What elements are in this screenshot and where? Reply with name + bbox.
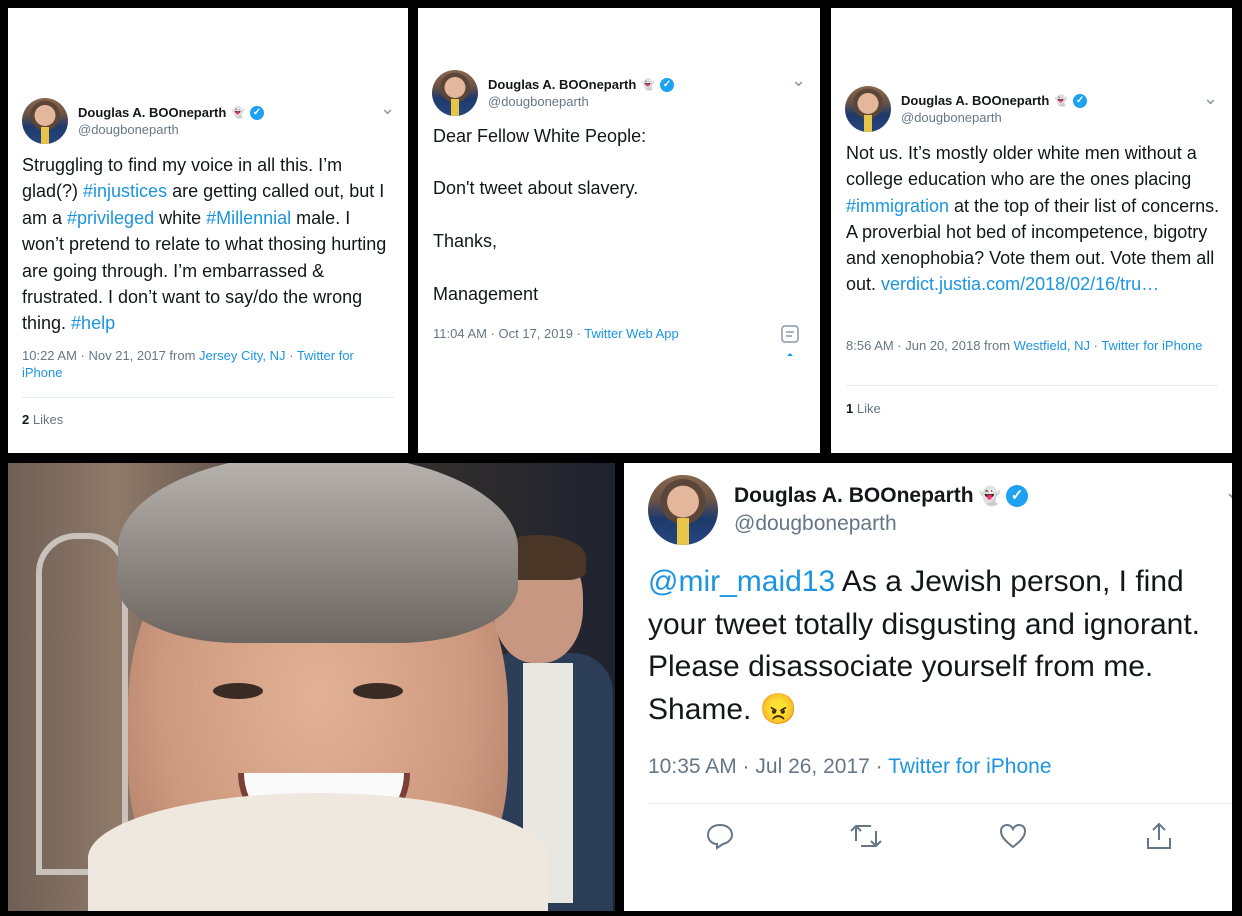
tweet-header: Douglas A. BOOneparth 👻 ✓ @dougboneparth [22,98,265,144]
chevron-down-icon[interactable]: ⌄ [380,98,395,119]
tweet-line-2: Don't tweet about slavery. [433,178,639,198]
timestamp[interactable]: 8:56 AM · Jun 20, 2018 from [846,338,1014,353]
tweet-line-1: Dear Fellow White People: [433,126,647,146]
source-link[interactable]: Twitter Web App [584,326,678,341]
retweet-icon[interactable] [793,821,939,859]
tweet-header: Douglas A. BOOneparth 👻 ✓ @dougboneparth [648,475,1028,545]
display-name[interactable]: Douglas A. BOOneparth [734,484,974,508]
tweet-text: @mir_maid13 As a Jewish person, I find y… [648,561,1228,731]
hashtag-link[interactable]: #injustices [83,181,167,201]
display-name[interactable]: Douglas A. BOOneparth [78,105,226,120]
tweet-text-run: white [154,207,207,228]
tweet-meta: 10:22 AM · Nov 21, 2017 from Jersey City… [22,347,392,381]
shirt-collar [88,793,548,911]
display-name[interactable]: Douglas A. BOOneparth [901,93,1049,108]
avatar[interactable] [845,86,891,132]
likes-label: Likes [32,412,64,427]
location-link[interactable]: Jersey City, NJ [199,348,285,363]
divider [846,385,1218,386]
chevron-down-icon[interactable]: ⌄ [1203,88,1218,109]
handle[interactable]: @dougboneparth [488,94,674,109]
profile-photo [8,463,615,911]
reply-icon[interactable] [647,821,793,859]
avatar[interactable] [22,98,68,144]
ghost-icon: 👻 [978,485,1001,506]
verified-icon: ✓ [250,105,265,120]
ghost-icon: 👻 [231,107,246,119]
tweet-card-2: Douglas A. BOOneparth 👻 ✓ @dougboneparth… [418,8,820,453]
tweet-text-run: Not us. It’s mostly older white men with… [846,143,1197,190]
display-name[interactable]: Douglas A. BOOneparth [488,77,636,92]
tweet-card-3: Douglas A. BOOneparth 👻 ✓ @dougboneparth… [831,8,1232,453]
verified-icon: ✓ [660,77,675,92]
likes-count[interactable]: 2 Likes [22,412,63,427]
ghost-icon: 👻 [1054,95,1069,107]
hashtag-link[interactable]: #privileged [67,208,154,228]
timestamp[interactable]: 10:22 AM · Nov 21, 2017 from [22,348,199,363]
background-arch [36,533,128,875]
handle[interactable]: @dougboneparth [901,110,1087,125]
likes-number: 1 [846,401,854,416]
left-eye [213,683,263,699]
verified-icon: ✓ [1073,93,1088,108]
right-eye [353,683,403,699]
tweet-line-3: Thanks, [433,231,498,251]
source-link[interactable]: Twitter for iPhone [1101,338,1202,353]
likes-number: 2 [22,412,30,427]
likes-label: Like [856,401,881,416]
location-link[interactable]: Westfield, NJ [1014,338,1090,353]
divider [648,803,1232,804]
verified-icon: ✓ [1006,485,1028,507]
ghost-icon: 👻 [641,79,656,91]
tweet-meta: 11:04 AM · Oct 17, 2019 · Twitter Web Ap… [433,326,679,341]
tweet-header: Douglas A. BOOneparth 👻 ✓ @dougboneparth [432,70,675,116]
timestamp[interactable]: 11:04 AM · Oct 17, 2019 · [433,326,584,341]
hair [118,463,518,643]
avatar[interactable] [648,475,718,545]
mention-link[interactable]: @mir_maid13 [648,565,835,598]
hashtag-link[interactable]: #immigration [846,196,949,216]
separator-dot: · [285,348,297,363]
tweet-card-1: Douglas A. BOOneparth 👻 ✓ @dougboneparth… [8,8,408,453]
url-link[interactable]: verdict.justia.com/2018/02/16/tru… [881,274,1159,294]
analytics-icon[interactable] [780,324,802,360]
share-icon[interactable] [1086,821,1232,859]
avatar[interactable] [432,70,478,116]
source-link[interactable]: Twitter for iPhone [888,755,1051,778]
tweet-meta: 10:35 AM · Jul 26, 2017 · Twitter for iP… [648,755,1052,779]
tweet-text: Not us. It’s mostly older white men with… [846,140,1220,298]
tweet-text: Struggling to find my voice in all this.… [22,152,390,337]
chevron-down-icon[interactable]: ⌄ [1224,479,1232,505]
handle[interactable]: @dougboneparth [78,122,264,137]
chevron-down-icon[interactable]: ⌄ [791,70,806,91]
likes-count[interactable]: 1 Like [846,401,881,416]
handle[interactable]: @dougboneparth [734,512,1028,536]
action-bar [624,821,1232,859]
tweet-card-4: Douglas A. BOOneparth 👻 ✓ @dougboneparth… [624,463,1232,911]
hashtag-link[interactable]: #Millennial [206,208,291,228]
like-icon[interactable] [940,821,1086,859]
hashtag-link[interactable]: #help [71,313,115,333]
tweet-meta: 8:56 AM · Jun 20, 2018 from Westfield, N… [846,337,1216,354]
tweet-header: Douglas A. BOOneparth 👻 ✓ @dougboneparth [845,86,1088,132]
separator-dot: · [1090,338,1102,353]
timestamp[interactable]: 10:35 AM · Jul 26, 2017 · [648,755,888,778]
divider [22,397,394,398]
tweet-line-4: Management [433,284,539,304]
